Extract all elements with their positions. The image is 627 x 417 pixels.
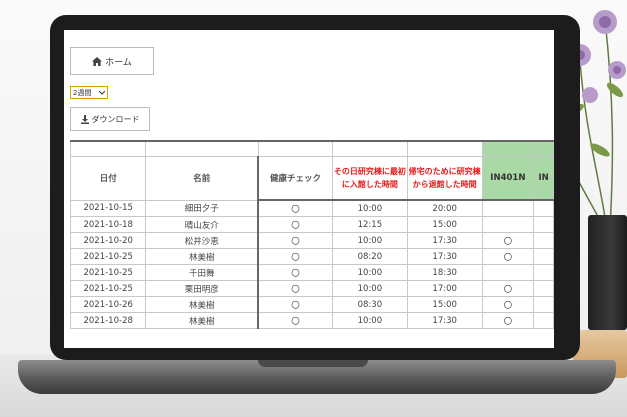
cell-health: 〇 — [257, 264, 333, 281]
download-button[interactable]: ダウンロード — [70, 107, 150, 131]
cell-name: 林美樹 — [145, 296, 259, 313]
cell-date: 2021-10-15 — [69, 199, 147, 217]
column-header-last-exit[interactable]: 帰宅のために研究棟から退館した時間 — [406, 155, 483, 201]
home-button[interactable]: ホーム — [70, 47, 154, 75]
table-row: 2021-10-15 細田夕子 〇 10:00 20:00 — [69, 199, 554, 217]
column-header-date[interactable]: 日付 — [69, 155, 147, 201]
period-select-value: 2週間 — [73, 88, 92, 97]
cell-first-entry: 10:00 — [331, 312, 408, 329]
attendance-table: 日付 名前 健康チェック その日研究棟に最初に入館した時間 帰宅のために研究棟か… — [69, 140, 554, 329]
cell-date: 2021-10-20 — [69, 232, 147, 249]
cell-first-entry: 10:00 — [331, 199, 408, 217]
period-select[interactable]: 2週間 — [70, 86, 108, 99]
column-header-health[interactable]: 健康チェック — [257, 155, 333, 201]
cell-health: 〇 — [257, 280, 333, 297]
cell-name: 千田舞 — [145, 264, 259, 281]
chevron-down-icon — [99, 90, 105, 95]
laptop-screen: ホーム 2週間 ダウンロード 日付 名前 健康チェック その日研究棟に最初に入館… — [64, 30, 554, 348]
cell-room — [481, 264, 535, 281]
home-icon — [92, 56, 103, 66]
cell-first-entry: 08:30 — [331, 296, 408, 313]
cell-last-exit: 17:30 — [406, 232, 483, 249]
cell-first-entry: 10:00 — [331, 232, 408, 249]
cell-room: 〇 — [481, 248, 535, 265]
cell-date: 2021-10-26 — [69, 296, 147, 313]
plant-pot — [588, 215, 627, 330]
laptop-notch — [258, 360, 368, 367]
cell-last-exit: 15:00 — [406, 296, 483, 313]
download-button-label: ダウンロード — [91, 114, 140, 124]
cell-last-exit: 17:30 — [406, 248, 483, 265]
cell-last-exit: 17:00 — [406, 280, 483, 297]
download-icon — [80, 114, 89, 124]
cell-last-exit: 20:00 — [406, 199, 483, 217]
cell-date: 2021-10-18 — [69, 216, 147, 233]
table-row: 2021-10-20 松井沙恵 〇 10:00 17:30 〇 — [69, 232, 554, 249]
table-row: 2021-10-25 栗田明彦 〇 10:00 17:00 〇 — [69, 280, 554, 297]
cell-name: 細田夕子 — [145, 199, 259, 217]
cell-room: 〇 — [481, 312, 535, 329]
home-button-label: ホーム — [105, 57, 132, 68]
cell-name: 松井沙恵 — [145, 232, 259, 249]
cell-health: 〇 — [257, 232, 333, 249]
cell-health: 〇 — [257, 199, 333, 217]
cell-date: 2021-10-25 — [69, 264, 147, 281]
cell-last-exit: 17:30 — [406, 312, 483, 329]
cell-name: 林美樹 — [145, 248, 259, 265]
cell-first-entry: 10:00 — [331, 280, 408, 297]
cell-name: 栗田明彦 — [145, 280, 259, 297]
cell-health: 〇 — [257, 216, 333, 233]
column-header-first-entry[interactable]: その日研究棟に最初に入館した時間 — [331, 155, 408, 201]
cell-first-entry: 10:00 — [331, 264, 408, 281]
cell-name: 晴山友介 — [145, 216, 259, 233]
table-row: 2021-10-28 林美樹 〇 10:00 17:30 〇 — [69, 312, 554, 329]
cell-date: 2021-10-25 — [69, 248, 147, 265]
cell-date: 2021-10-25 — [69, 280, 147, 297]
cell-health: 〇 — [257, 312, 333, 329]
cell-room — [481, 216, 535, 233]
table-row: 2021-10-18 晴山友介 〇 12:15 15:00 — [69, 216, 554, 233]
table-row: 2021-10-26 林美樹 〇 08:30 15:00 〇 — [69, 296, 554, 313]
cell-room: 〇 — [481, 280, 535, 297]
table-row: 2021-10-25 千田舞 〇 10:00 18:30 — [69, 264, 554, 281]
table-row: 2021-10-25 林美樹 〇 08:20 17:30 〇 — [69, 248, 554, 265]
cell-room — [481, 199, 535, 217]
cell-room: 〇 — [481, 296, 535, 313]
cell-first-entry: 12:15 — [331, 216, 408, 233]
cell-first-entry: 08:20 — [331, 248, 408, 265]
cell-name: 林美樹 — [145, 312, 259, 329]
column-header-room[interactable]: IN401N — [481, 155, 535, 201]
cell-health: 〇 — [257, 296, 333, 313]
cell-last-exit: 15:00 — [406, 216, 483, 233]
cell-last-exit: 18:30 — [406, 264, 483, 281]
column-header-room-partial[interactable]: IN — [533, 155, 554, 201]
cell-date: 2021-10-28 — [69, 312, 147, 329]
cell-health: 〇 — [257, 248, 333, 265]
cell-room: 〇 — [481, 232, 535, 249]
column-header-name[interactable]: 名前 — [145, 155, 259, 201]
